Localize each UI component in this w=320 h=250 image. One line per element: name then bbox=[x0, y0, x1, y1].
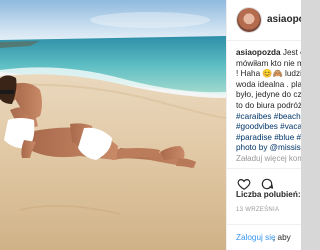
beach-photo-image bbox=[0, 0, 226, 250]
hashtag-line[interactable]: #caraibes #beach bbox=[236, 112, 301, 123]
post-username[interactable]: asiaopozda bbox=[267, 14, 301, 25]
login-link[interactable]: Zaloguj się bbox=[236, 233, 276, 242]
post-side-panel: asiaopozda asiaopozda Jest co mówiłam kt… bbox=[226, 0, 301, 250]
post-header: asiaopozda bbox=[227, 0, 301, 41]
caption-line: asiaopozda Jest co bbox=[236, 48, 301, 59]
post-date: 13 WRZEŚNIA bbox=[236, 207, 280, 213]
load-more-comments-link[interactable]: Załaduj więcej kom bbox=[236, 154, 301, 163]
caption-line: woda idealna . plaż bbox=[236, 79, 301, 89]
post-caption: asiaopozda Jest co mówiłam kto nie ma ! … bbox=[236, 48, 301, 154]
avatar[interactable] bbox=[237, 8, 261, 32]
hashtag-line[interactable]: #paradise #blue # bbox=[236, 133, 301, 144]
login-prompt-text: , aby bbox=[273, 233, 291, 242]
caption-text: Jest co bbox=[282, 48, 301, 57]
caption-line: to do biura podróż bbox=[236, 100, 301, 110]
caption-username[interactable]: asiaopozda bbox=[236, 48, 281, 57]
hashtag-line[interactable]: #goodvibes #vaca bbox=[236, 122, 301, 133]
caption-line: ! Haha 😊🙈 ludzi bbox=[236, 69, 301, 79]
caption-line: było, jedyne do cze bbox=[236, 90, 301, 100]
likes-count[interactable]: Liczba polubień: 1 bbox=[236, 190, 301, 199]
caption-line: mówiłam kto nie ma bbox=[236, 58, 301, 68]
post-photo[interactable] bbox=[0, 0, 226, 250]
comment-icon[interactable] bbox=[260, 177, 274, 191]
photo-credit-line[interactable]: photo by @missis bbox=[236, 143, 301, 154]
heart-icon[interactable] bbox=[237, 177, 251, 191]
login-footer: Zaloguj się , aby bbox=[227, 224, 301, 250]
